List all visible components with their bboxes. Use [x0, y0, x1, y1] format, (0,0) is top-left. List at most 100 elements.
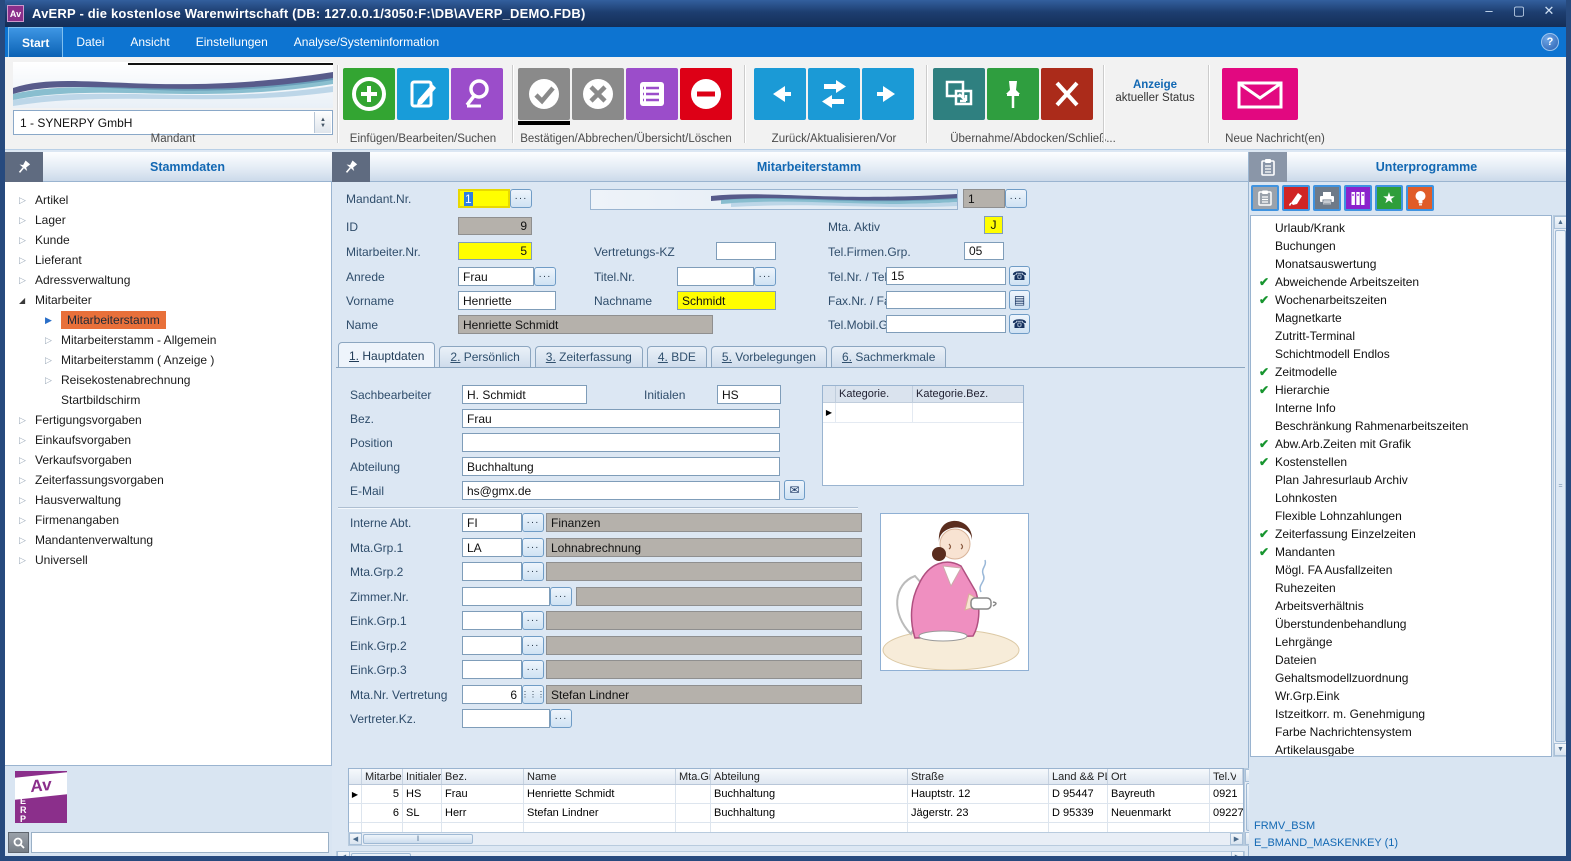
subprogram-item[interactable]: Zeiterfassung Einzelzeiten — [1251, 525, 1551, 543]
titel-nr-field[interactable] — [677, 267, 754, 286]
column-header[interactable]: Mitarbe — [362, 769, 403, 784]
refresh-button[interactable] — [808, 68, 860, 120]
mta-aktiv-field[interactable]: J — [984, 216, 1003, 234]
search-button[interactable] — [451, 68, 503, 120]
column-header[interactable]: Bez. — [442, 769, 524, 784]
tree-item[interactable]: Mitarbeiterstamm - Allgemein — [5, 330, 332, 350]
eink-grp2-lookup-button[interactable]: ··· — [522, 636, 544, 655]
tree-item[interactable]: Lager — [5, 210, 332, 230]
subprogram-item[interactable]: Gehaltsmodellzuordnung — [1251, 669, 1551, 687]
abteilung-field[interactable]: Buchhaltung — [462, 457, 780, 476]
phone-icon[interactable]: ☎ — [1009, 314, 1030, 334]
column-header[interactable]: Ort — [1108, 769, 1210, 784]
panel-horizontal-scrollbar[interactable]: ◀▶ — [336, 851, 1245, 861]
email-compose-icon[interactable]: ✉ — [784, 480, 805, 500]
subprogram-item[interactable]: Schichtmodell Endlos — [1251, 345, 1551, 363]
subprogram-item[interactable]: Lohnkosten — [1251, 489, 1551, 507]
eink-grp1-field[interactable] — [462, 611, 522, 630]
tree-arrow-icon[interactable] — [45, 315, 61, 326]
pin-icon[interactable] — [332, 152, 370, 182]
tel-nr-field[interactable]: 15 — [886, 267, 1006, 285]
tree-item[interactable]: Universell — [5, 550, 332, 570]
table-horizontal-scrollbar[interactable]: ◀‖▶ — [348, 832, 1244, 846]
tree-item[interactable]: Mitarbeiterstamm — [5, 310, 332, 330]
table-row[interactable]: 5HSFrauHenriette Schmidt BuchhaltungHaup… — [349, 785, 1243, 804]
tree-item[interactable]: Lieferant — [5, 250, 332, 270]
form-tab[interactable]: 1. Hauptdaten — [338, 342, 435, 367]
subprogram-item[interactable]: Dateien — [1251, 651, 1551, 669]
tree-arrow-icon[interactable] — [19, 495, 35, 506]
mandant-ref-lookup-button[interactable]: ··· — [1005, 189, 1027, 208]
tree-item[interactable]: Artikel — [5, 190, 332, 210]
help-icon[interactable]: ? — [1541, 33, 1559, 51]
tree-item[interactable]: Mitarbeiterstamm ( Anzeige ) — [5, 350, 332, 370]
mta-nr-vertretung-lookup-button[interactable]: ⋮⋮⋮ — [522, 685, 544, 704]
form-tab[interactable]: 5. Vorbelegungen — [711, 346, 827, 367]
column-header[interactable]: Tel.Vo — [1210, 769, 1236, 784]
interne-abt-lookup-button[interactable]: ··· — [522, 513, 544, 532]
subprogram-item[interactable]: Abweichende Arbeitszeiten — [1251, 273, 1551, 291]
close-form-button[interactable] — [1041, 68, 1093, 120]
tree-arrow-icon[interactable] — [19, 515, 35, 526]
subprogram-item[interactable]: Wochenarbeitszeiten — [1251, 291, 1551, 309]
tree-arrow-icon[interactable] — [19, 435, 35, 446]
menu-item[interactable]: Datei — [63, 27, 117, 57]
mandant-nr-lookup-button[interactable]: ··· — [510, 189, 532, 208]
close-button[interactable]: ✕ — [1539, 3, 1559, 19]
bez-field[interactable]: Frau — [462, 409, 780, 428]
vertreter-kz-field[interactable] — [462, 709, 550, 728]
tree-arrow-icon[interactable] — [19, 535, 35, 546]
bookmark-tag-icon[interactable] — [1282, 185, 1310, 211]
mandant-select[interactable]: 1 - SYNERPY GmbH ▲▼ — [13, 110, 333, 135]
pin-dock-button[interactable] — [987, 68, 1039, 120]
tree-arrow-icon[interactable] — [19, 455, 35, 466]
tree-item[interactable]: Kunde — [5, 230, 332, 250]
column-header[interactable]: Initialer — [403, 769, 442, 784]
subprogram-item[interactable]: Zutritt-Terminal — [1251, 327, 1551, 345]
column-header[interactable]: Mta.Gr — [676, 769, 711, 784]
tel-mobil-field[interactable] — [886, 315, 1006, 333]
subprogram-list-scrollbar[interactable]: ▲=▼ — [1553, 215, 1568, 757]
eink-grp2-field[interactable] — [462, 636, 522, 655]
clipboard-icon[interactable] — [1249, 152, 1287, 182]
back-button[interactable] — [754, 68, 806, 120]
lightbulb-icon[interactable] — [1406, 185, 1434, 211]
form-tab[interactable]: 2. Persönlich — [439, 346, 530, 367]
subprogram-item[interactable]: Lehrgänge — [1251, 633, 1551, 651]
subprogram-item[interactable]: Monatsauswertung — [1251, 255, 1551, 273]
initialen-field[interactable]: HS — [717, 385, 781, 404]
cancel-button[interactable] — [572, 68, 624, 120]
overview-button[interactable] — [626, 68, 678, 120]
subprogram-item[interactable]: Wr.Grp.Eink — [1251, 687, 1551, 705]
clipboard-list-icon[interactable] — [1251, 185, 1279, 211]
tree-item[interactable]: Hausverwaltung — [5, 490, 332, 510]
subprogram-item[interactable]: Urlaub/Krank — [1251, 219, 1551, 237]
insert-button[interactable] — [343, 68, 395, 120]
kategorie-col2-header[interactable]: Kategorie.Bez. — [913, 386, 1023, 402]
form-tab[interactable]: 3. Zeiterfassung — [535, 346, 643, 367]
tree-arrow-icon[interactable] — [19, 555, 35, 566]
table-row[interactable]: 6SLHerrStefan Lindner BuchhaltungJägerst… — [349, 804, 1243, 823]
subprogram-item[interactable]: Flexible Lohnzahlungen — [1251, 507, 1551, 525]
mandant-select-spinner[interactable]: ▲▼ — [314, 112, 331, 133]
tree-arrow-icon[interactable] — [19, 295, 35, 305]
confirm-button[interactable] — [518, 68, 570, 120]
maximize-button[interactable]: ▢ — [1509, 3, 1529, 19]
menu-item[interactable]: Ansicht — [117, 27, 182, 57]
subprogram-item[interactable]: Überstundenbehandlung — [1251, 615, 1551, 633]
tree-item[interactable]: Reisekostenabrechnung — [5, 370, 332, 390]
tree-arrow-icon[interactable] — [19, 415, 35, 426]
sachbearbeiter-field[interactable]: H. Schmidt — [462, 385, 587, 404]
fax-document-icon[interactable]: ▤ — [1009, 290, 1030, 310]
tree-arrow-icon[interactable] — [45, 375, 61, 386]
position-field[interactable] — [462, 433, 780, 452]
quick-search-input[interactable] — [31, 832, 329, 853]
mitarbeiter-nr-field[interactable]: 5 — [458, 242, 532, 260]
form-tab[interactable]: 4. BDE — [647, 346, 707, 367]
mta-grp2-lookup-button[interactable]: ··· — [522, 562, 544, 581]
column-header[interactable]: Land && PL — [1049, 769, 1108, 784]
titel-nr-lookup-button[interactable]: ··· — [754, 267, 776, 286]
star-icon[interactable]: ★ — [1375, 185, 1403, 211]
tree-arrow-icon[interactable] — [45, 355, 61, 366]
menu-item[interactable]: Einstellungen — [183, 27, 281, 57]
